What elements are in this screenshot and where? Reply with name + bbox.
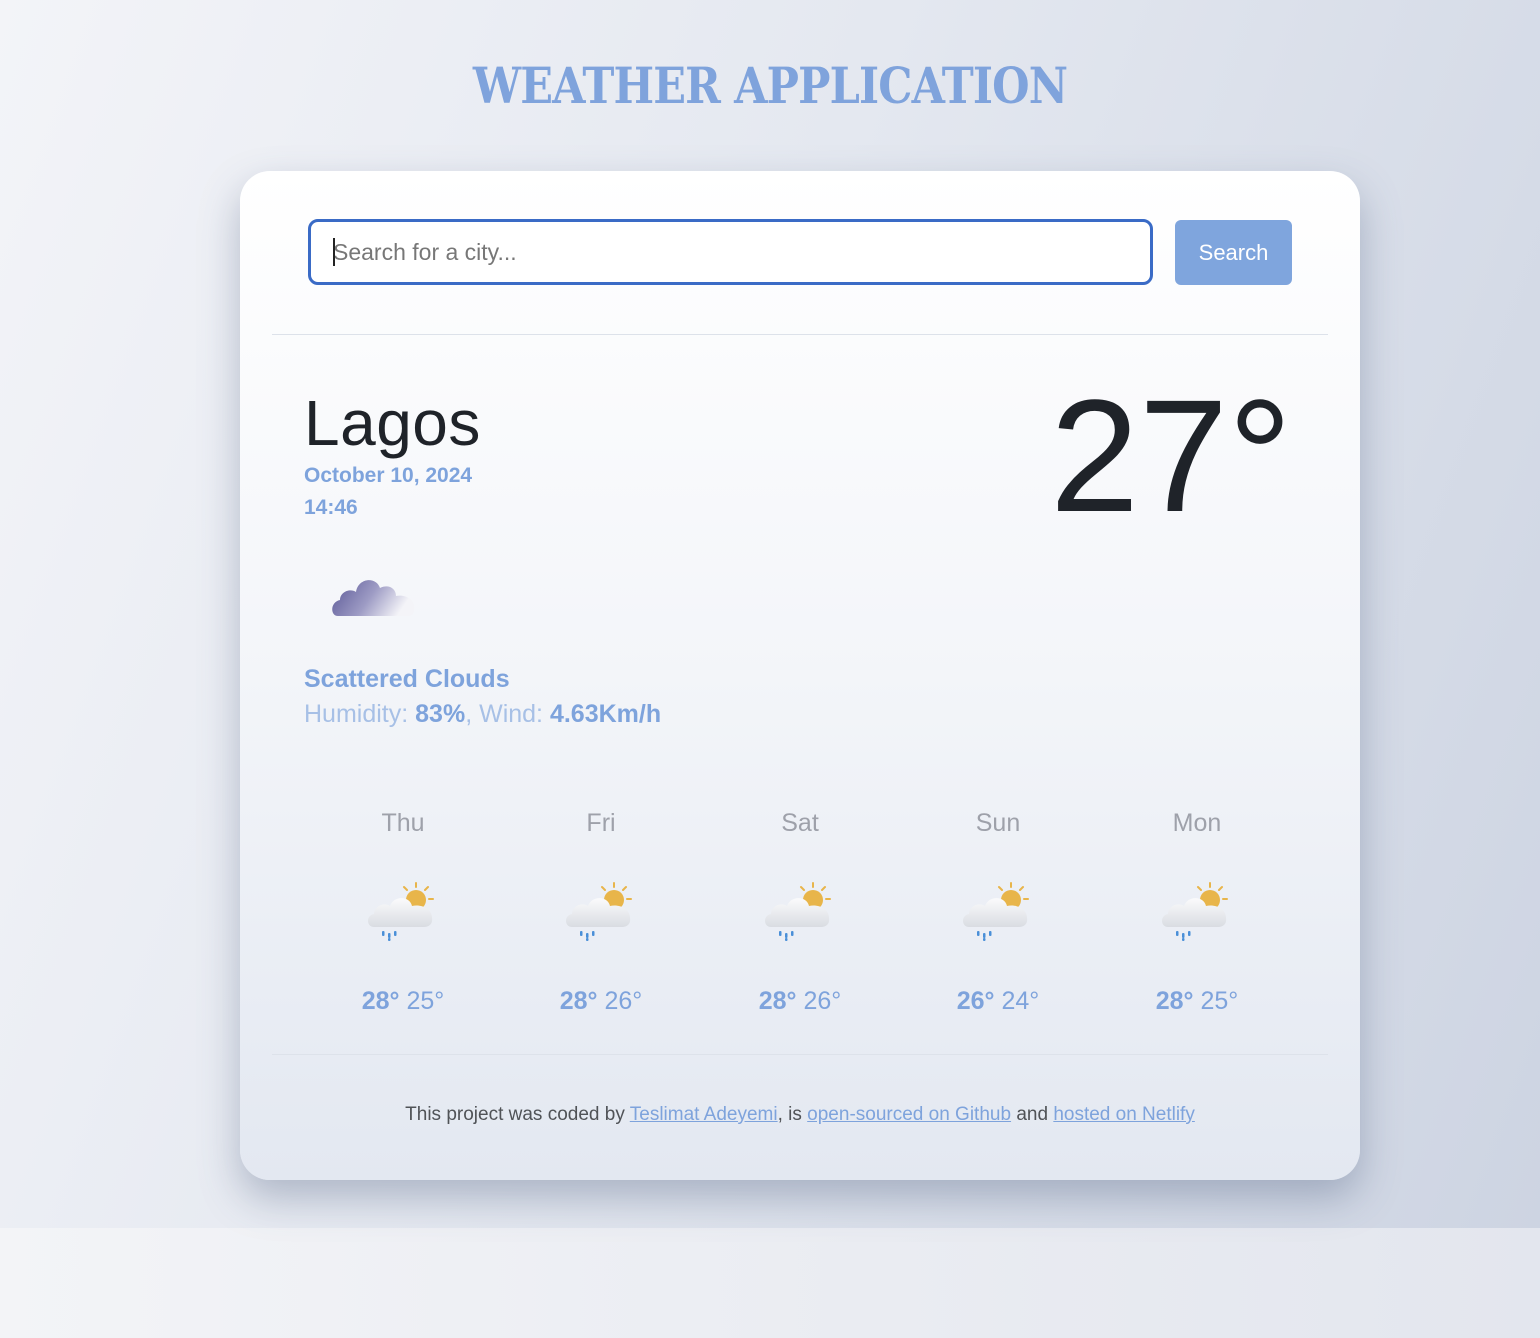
weather-card: Search Lagos October 10, 2024 14:46 27° … [240, 171, 1360, 1180]
current-temperature: 27° [1050, 366, 1292, 545]
forecast-max-temp: 28° [1155, 987, 1194, 1015]
forecast-day-name: Sun [975, 809, 1021, 837]
forecast-temps: 28° 26° [701, 987, 899, 1016]
wind-label: Wind: [479, 700, 543, 728]
forecast-min-temp: 24° [1001, 987, 1040, 1015]
forecast-day-name: Mon [1172, 809, 1222, 837]
forecast-day-name: Fri [586, 809, 616, 837]
github-link[interactable]: open-sourced on Github [807, 1104, 1011, 1125]
weather-stats: Humidity: 83%, Wind: 4.63Km/h [304, 700, 661, 729]
netlify-link[interactable]: hosted on Netlify [1053, 1104, 1195, 1125]
city-name: Lagos [304, 387, 481, 459]
weather-description: Scattered Clouds [304, 665, 510, 693]
sun-rain-cloud-icon [564, 881, 636, 943]
header-divider [272, 334, 1328, 335]
stats-separator: , [465, 700, 473, 728]
forecast-day-name: Thu [381, 809, 425, 837]
footer-text: This project was coded by [405, 1104, 630, 1125]
forecast-temps: 28° 25° [1098, 987, 1296, 1016]
wind-value: 4.63Km/h [549, 700, 662, 728]
scattered-clouds-icon [332, 580, 415, 616]
forecast-min-temp: 26° [803, 987, 842, 1015]
forecast-min-temp: 26° [604, 987, 643, 1015]
text-caret [333, 238, 335, 266]
author-link[interactable]: Teslimat Adeyemi [630, 1104, 778, 1125]
forecast-max-temp: 28° [559, 987, 598, 1015]
forecast-day: Mon 28° 25° [1098, 809, 1296, 1029]
forecast-temps: 28° 25° [304, 987, 502, 1016]
forecast-temps: 26° 24° [899, 987, 1097, 1016]
sun-rain-cloud-icon [1160, 881, 1232, 943]
forecast-list: Thu 28° 25° Fri 28° 26° Sat 28° 26° Sun [304, 809, 1298, 1029]
forecast-day: Fri 28° 26° [502, 809, 700, 1029]
footer-divider [272, 1054, 1328, 1055]
footer-text: , is [777, 1104, 808, 1125]
forecast-max-temp: 28° [361, 987, 400, 1015]
forecast-temps: 28° 26° [502, 987, 700, 1016]
forecast-day-name: Sat [781, 809, 819, 837]
humidity-label: Humidity: [304, 700, 409, 728]
forecast-day: Thu 28° 25° [304, 809, 502, 1029]
footer-text: and [1011, 1104, 1054, 1125]
page-bottom-band [0, 1228, 1540, 1338]
forecast-max-temp: 28° [758, 987, 797, 1015]
forecast-max-temp: 26° [956, 987, 995, 1015]
forecast-min-temp: 25° [406, 987, 445, 1015]
humidity-value: 83% [415, 700, 466, 728]
forecast-day: Sat 28° 26° [701, 809, 899, 1029]
sun-rain-cloud-icon [763, 881, 835, 943]
forecast-day: Sun 26° 24° [899, 809, 1097, 1029]
sun-rain-cloud-icon [366, 881, 438, 943]
sun-rain-cloud-icon [961, 881, 1033, 943]
footer: This project was coded by Teslimat Adeye… [240, 1104, 1360, 1126]
current-time: 14:46 [304, 496, 358, 519]
current-date: October 10, 2024 [304, 464, 473, 487]
search-button[interactable]: Search [1175, 220, 1292, 285]
forecast-min-temp: 25° [1200, 987, 1239, 1015]
app-title: WEATHER APPLICATION [472, 56, 1068, 115]
city-search-input[interactable] [308, 219, 1153, 285]
